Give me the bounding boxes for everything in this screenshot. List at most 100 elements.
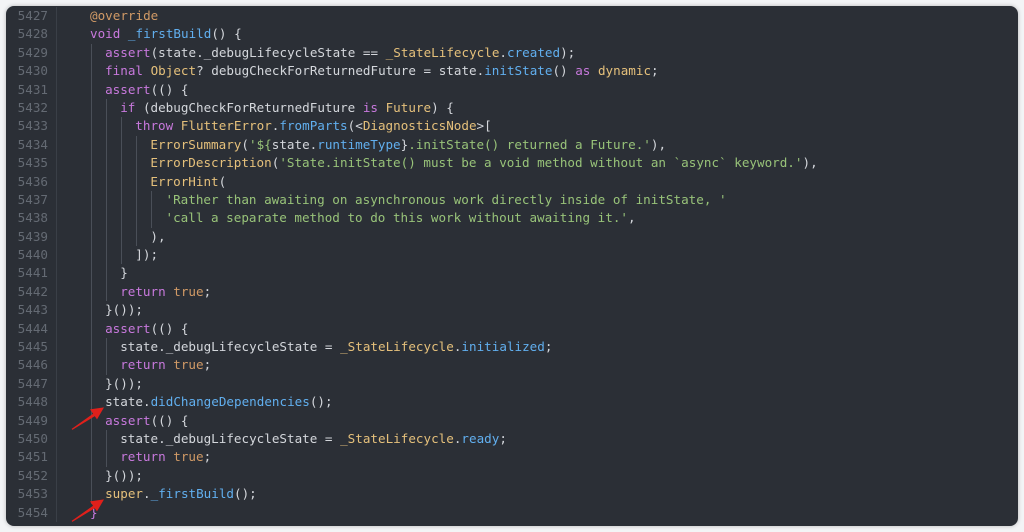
code-token: final	[105, 63, 151, 79]
code-token: state.	[120, 339, 166, 355]
indent-guide	[91, 282, 92, 302]
code-line-5427: 5427 @override	[6, 7, 1018, 26]
code-token: }	[90, 504, 98, 520]
code-line-5448: 5448 state.didChangeDependencies();	[6, 393, 1018, 412]
code-line-5434: 5434 ErrorSummary('${state.runtimeType}.i…	[6, 135, 1018, 155]
code-line-5435: 5435 ErrorDescription('State.initState() …	[6, 154, 1018, 173]
code-token: ();	[234, 486, 257, 502]
indent-guide	[121, 209, 123, 228]
code-text: void _firstBuild() {	[90, 25, 242, 43]
indent-guide	[91, 227, 92, 247]
code-token: (() {	[150, 412, 189, 428]
gutter-separator	[56, 62, 57, 81]
indent-guide	[151, 209, 153, 228]
code-text: }());	[90, 374, 143, 394]
code-text: ErrorSummary('${state.runtimeType}.initS…	[90, 135, 666, 155]
line-number: 5441	[17, 265, 48, 281]
code-line-5432: 5432 if (debugCheckForReturnedFuture is F…	[6, 98, 1018, 118]
code-line-5449: 5449 assert(() {	[6, 411, 1018, 430]
indent-guide	[91, 393, 92, 412]
line-number: 5430	[17, 63, 48, 79]
code-text: if (debugCheckForReturnedFuture is Futur…	[90, 98, 454, 118]
code-text: return true;	[90, 356, 211, 375]
indent-guide	[106, 246, 108, 265]
code-token: assert	[105, 81, 151, 97]
gutter-separator	[56, 429, 57, 449]
gutter-separator	[56, 25, 57, 44]
code-token: throw	[135, 118, 181, 134]
code-line-5438: 5438 'call a separate method to do this w…	[6, 209, 1018, 228]
code-token: ,	[628, 210, 636, 226]
code-text: final Object? debugCheckForReturnedFutur…	[90, 62, 659, 81]
code-text: state.didChangeDependencies();	[90, 393, 333, 412]
gutter-separator	[56, 190, 57, 210]
indent-guide	[106, 98, 108, 118]
gutter-separator	[56, 135, 57, 155]
indent-guide	[91, 356, 92, 375]
code-token: return	[120, 283, 174, 299]
code-token: ) {	[431, 99, 454, 115]
code-line-5454: 5454}	[6, 503, 1018, 522]
code-token: (state.	[150, 44, 204, 60]
indent-guide	[106, 227, 108, 247]
indent-guide	[91, 117, 92, 136]
indent-guide	[121, 172, 123, 191]
indent-guide	[106, 190, 108, 210]
code-token: _debugLifecycleState	[165, 430, 318, 446]
code-token: ();	[309, 394, 333, 410]
code-token: ready	[461, 430, 500, 446]
code-token: 'Rather than awaiting on asynchronous wo…	[165, 191, 727, 207]
code-token: =	[317, 339, 341, 355]
code-text: return true;	[90, 282, 211, 302]
gutter-separator	[56, 338, 57, 357]
indent-guide	[106, 429, 108, 449]
indent-guide	[136, 135, 138, 155]
code-token: (() {	[150, 81, 189, 97]
code-line-5450: 5450 state._debugLifecycleState = _StateL…	[6, 429, 1018, 449]
gutter-separator	[56, 246, 57, 265]
code-text: state._debugLifecycleState = _StateLifec…	[90, 429, 507, 449]
code-token: (<	[347, 118, 363, 134]
code-token: );	[560, 44, 576, 60]
line-number: 5446	[17, 357, 48, 373]
code-token: state.	[271, 136, 318, 152]
code-text: ErrorHint(	[90, 172, 227, 191]
code-token: (	[218, 173, 227, 189]
indent-guide	[91, 80, 92, 99]
code-line-5447: 5447}());	[6, 374, 1018, 394]
code-token: ;	[651, 63, 659, 79]
line-number: 5435	[17, 155, 48, 171]
code-token: state.	[120, 430, 166, 446]
indent-guide	[151, 190, 153, 210]
code-text: return true;	[90, 448, 211, 467]
gutter-separator	[56, 485, 57, 504]
code-token: _firstBuild	[150, 486, 235, 502]
line-number: 5450	[17, 430, 48, 446]
code-token: 'call a separate method to do this work …	[165, 210, 629, 226]
code-text: state._debugLifecycleState = _StateLifec…	[90, 338, 552, 357]
code-token: return	[120, 449, 174, 465]
code-line-5436: 5436 ErrorHint(	[6, 172, 1018, 191]
indent-guide	[91, 466, 92, 486]
code-token: true	[173, 357, 204, 373]
code-text: assert(() {	[90, 411, 189, 430]
line-number: 5438	[17, 210, 48, 226]
gutter-separator	[56, 448, 57, 467]
code-line-5440: 5440]);	[6, 246, 1018, 265]
indent-guide	[106, 448, 108, 467]
indent-guide	[136, 209, 138, 228]
line-number: 5453	[17, 486, 48, 502]
gutter-separator	[56, 466, 57, 486]
indent-guide	[136, 172, 138, 191]
line-number: 5452	[17, 467, 48, 483]
gutter-separator	[56, 43, 57, 63]
code-editor[interactable]: 5427 @override 5428 void _firstBuild() {542…	[6, 7, 1018, 522]
indent-guide	[106, 172, 108, 191]
line-number: 5451	[17, 449, 48, 465]
indent-guide	[121, 190, 123, 210]
code-token: assert	[105, 320, 151, 336]
indent-guide	[136, 190, 138, 210]
line-number: 5442	[17, 283, 48, 299]
gutter-separator	[56, 7, 57, 26]
line-number: 5445	[17, 339, 48, 355]
